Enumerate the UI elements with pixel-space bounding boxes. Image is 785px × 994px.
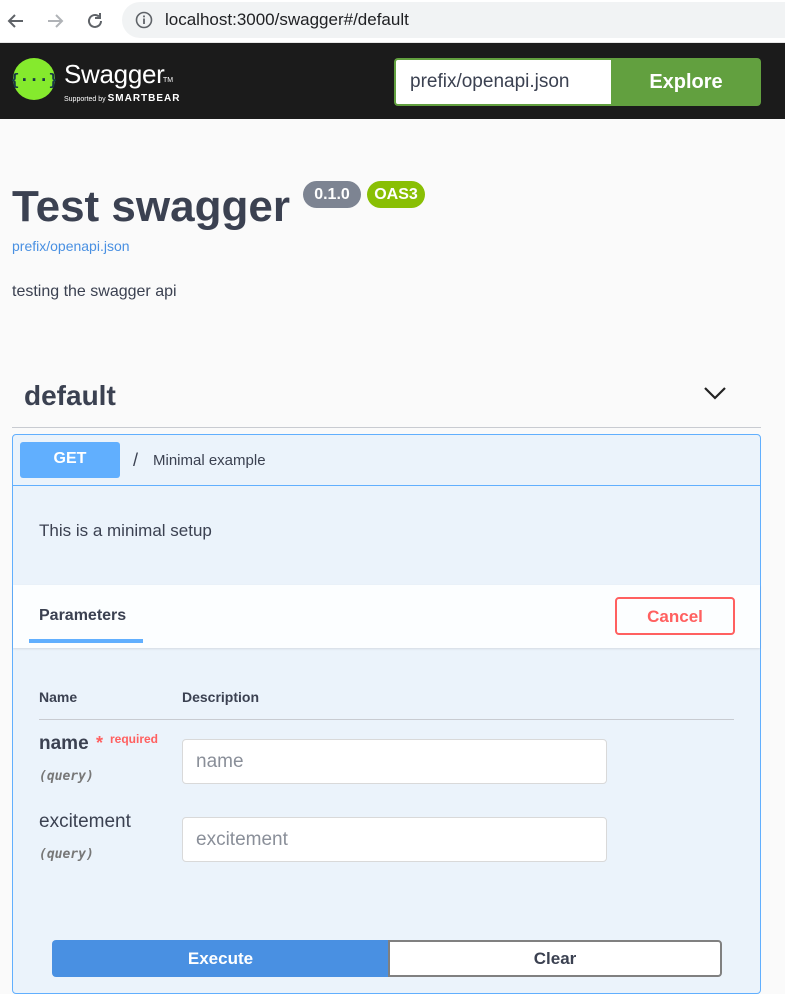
name-input[interactable] — [182, 739, 607, 784]
spec-link[interactable]: prefix/openapi.json — [12, 238, 130, 254]
logo-text: Swagger — [64, 59, 165, 89]
excitement-input[interactable] — [182, 817, 607, 862]
logo-sub-brand: SMARTBEAR — [107, 93, 181, 104]
clear-button[interactable]: Clear — [388, 940, 722, 977]
back-arrow-icon[interactable] — [2, 7, 30, 35]
parameters-header: Parameters Cancel — [13, 585, 760, 648]
tab-parameters[interactable]: Parameters — [39, 607, 126, 625]
svg-text:{···}: {···} — [12, 70, 56, 89]
operation-block: GET / Minimal example This is a minimal … — [12, 434, 761, 994]
active-tab-indicator — [29, 639, 143, 643]
table-divider — [39, 719, 734, 720]
spec-url-input[interactable] — [394, 58, 611, 106]
browser-toolbar: localhost:3000/swagger#/default — [0, 0, 785, 43]
column-header-description: Description — [182, 689, 260, 705]
param-location: (query) — [39, 769, 94, 784]
tag-title: default — [24, 380, 116, 411]
logo-subtitle: Supported by SMARTBEAR — [64, 93, 181, 104]
param-excitement-label: excitement — [39, 811, 131, 832]
operation-summary[interactable]: GET / Minimal example — [13, 435, 760, 486]
method-badge: GET — [20, 442, 120, 478]
version-badge: 0.1.0 — [303, 181, 361, 208]
execute-button[interactable]: Execute — [52, 940, 389, 977]
required-label: required — [110, 732, 159, 746]
address-bar[interactable]: localhost:3000/swagger#/default — [122, 2, 785, 38]
oas-badge: OAS3 — [367, 181, 425, 208]
swagger-logo-icon: {···} — [10, 57, 58, 101]
param-name-label: name — [39, 733, 89, 754]
explore-button[interactable]: Explore — [611, 58, 761, 106]
required-star: * — [96, 733, 104, 753]
cancel-button[interactable]: Cancel — [615, 597, 735, 635]
column-header-name: Name — [39, 689, 78, 705]
chevron-down-icon[interactable] — [702, 384, 728, 407]
logo-trademark: TM — [163, 77, 174, 84]
operation-path: / — [133, 450, 139, 470]
url-text: localhost:3000/swagger#/default — [165, 10, 409, 29]
tag-section-header[interactable]: default — [12, 370, 761, 428]
page-title: Test swagger — [12, 182, 290, 231]
operation-summary-text: Minimal example — [153, 452, 266, 469]
api-description: testing the swagger api — [12, 283, 177, 300]
operation-description: This is a minimal setup — [39, 521, 212, 540]
reload-icon[interactable] — [81, 7, 109, 35]
forward-arrow-icon[interactable] — [41, 7, 69, 35]
logo-sub-prefix: Supported by — [64, 96, 106, 103]
site-info-icon[interactable] — [134, 10, 154, 35]
param-location: (query) — [39, 847, 94, 862]
